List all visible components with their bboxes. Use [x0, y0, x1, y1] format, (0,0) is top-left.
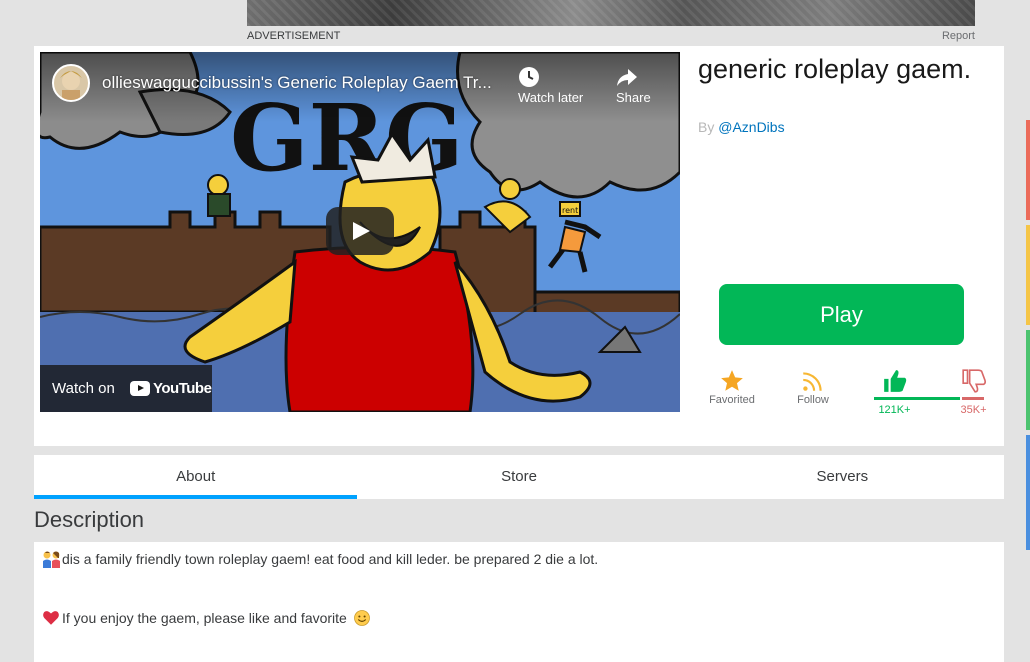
share-arrow-icon [616, 66, 651, 90]
channel-avatar[interactable] [52, 64, 90, 102]
watch-on-youtube-button[interactable]: Watch on YouTube [40, 365, 212, 412]
watch-later-label: Watch later [518, 90, 584, 105]
youtube-play-icon [130, 381, 150, 396]
favorite-button[interactable]: Favorited [706, 368, 758, 406]
tab-bar: About Store Servers [34, 455, 1004, 499]
creator-link[interactable]: @AznDibs [718, 119, 784, 135]
upvote-button[interactable]: 121K+ [872, 368, 917, 416]
star-icon [706, 368, 758, 394]
description-line-1: dis a family friendly town roleplay gaem… [42, 550, 598, 568]
game-title: generic roleplay gaem. [698, 54, 972, 84]
video-title[interactable]: ollieswagguccibussin's Generic Roleplay … [102, 73, 492, 93]
watch-later-button[interactable]: Watch later [518, 66, 583, 105]
thumbs-down-icon [951, 368, 996, 394]
favorited-label: Favorited [709, 394, 755, 406]
tab-about[interactable]: About [34, 455, 358, 499]
follow-button[interactable]: Follow [791, 368, 835, 406]
description-card: dis a family friendly town roleplay gaem… [34, 542, 1004, 662]
downvote-count: 35K+ [960, 404, 987, 416]
family-emoji-icon [42, 550, 60, 568]
video-player[interactable]: GRG rent ollieswagguccibussin's Generic … [40, 52, 680, 412]
heart-emoji-icon [42, 609, 60, 627]
follow-label: Follow [797, 394, 829, 406]
clock-icon [518, 66, 583, 90]
creator-line: By @AznDibs [698, 119, 785, 135]
share-label: Share [616, 90, 651, 105]
thumbnail-sign-text: rent [562, 206, 578, 215]
description-line-2: If you enjoy the gaem, please like and f… [42, 609, 371, 627]
report-ad-link[interactable]: Report [942, 30, 975, 42]
tab-servers[interactable]: Servers [681, 455, 1004, 499]
share-button[interactable]: Share [616, 66, 651, 105]
smile-emoji-icon [353, 609, 371, 627]
watch-on-label: Watch on [52, 380, 115, 397]
downvote-button[interactable]: 35K+ [951, 368, 996, 416]
page-edge-strip [1026, 0, 1030, 648]
video-play-button[interactable] [326, 207, 394, 255]
youtube-logo: YouTube [130, 380, 212, 397]
tab-store[interactable]: Store [357, 455, 680, 499]
vote-ratio-up-bar [874, 397, 960, 400]
creator-prefix: By [698, 119, 719, 135]
vote-ratio-down-bar [962, 397, 984, 400]
upvote-count: 121K+ [878, 404, 911, 416]
advertisement-banner[interactable] [247, 0, 975, 26]
advertisement-label: ADVERTISEMENT [247, 30, 341, 42]
rss-icon [791, 368, 835, 394]
description-heading: Description [34, 507, 145, 532]
game-details-card: GRG rent ollieswagguccibussin's Generic … [34, 46, 1004, 446]
thumbs-up-icon [872, 368, 917, 394]
play-button[interactable]: Play [719, 284, 964, 345]
